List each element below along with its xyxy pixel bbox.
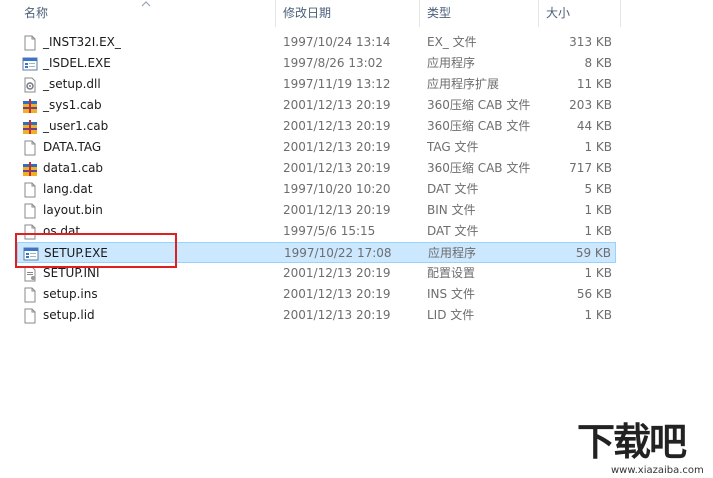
- file-size: 11 KB: [576, 77, 612, 91]
- file-date: 2001/12/13 20:19: [283, 119, 391, 133]
- file-row[interactable]: setup.ins 2001/12/13 20:19 INS 文件 56 KB: [17, 284, 616, 305]
- file-type: TAG 文件: [427, 140, 479, 154]
- file-name: _user1.cab: [43, 119, 109, 133]
- file-type: INS 文件: [427, 287, 475, 301]
- file-date: 2001/12/13 20:19: [283, 308, 391, 322]
- file-type: 应用程序: [428, 246, 477, 260]
- file-name: _ISDEL.EXE: [43, 56, 111, 70]
- ini-icon: [22, 266, 38, 282]
- generic-file-icon: [22, 308, 38, 324]
- file-name: data1.cab: [43, 161, 104, 175]
- file-type: LID 文件: [427, 308, 475, 322]
- file-type: BIN 文件: [427, 203, 476, 217]
- file-size: 44 KB: [576, 119, 612, 133]
- column-header: 名称 修改日期 类型 大小: [0, 0, 622, 28]
- generic-file-icon: [22, 203, 38, 219]
- file-row[interactable]: setup.lid 2001/12/13 20:19 LID 文件 1 KB: [17, 305, 616, 326]
- watermark-url: www.xiazaiba.com: [611, 465, 704, 476]
- file-row[interactable]: layout.bin 2001/12/13 20:19 BIN 文件 1 KB: [17, 200, 616, 221]
- file-size: 203 KB: [569, 98, 612, 112]
- file-size: 1 KB: [584, 308, 612, 322]
- file-size: 8 KB: [584, 56, 612, 70]
- highlight-annotation: [15, 233, 177, 268]
- column-header-size[interactable]: 大小: [540, 0, 620, 27]
- column-header-date[interactable]: 修改日期: [277, 0, 419, 27]
- file-size: 1 KB: [584, 140, 612, 154]
- file-row[interactable]: lang.dat 1997/10/20 10:20 DAT 文件 5 KB: [17, 179, 616, 200]
- file-date: 2001/12/13 20:19: [283, 161, 391, 175]
- file-type: 应用程序: [427, 56, 476, 70]
- file-type: EX_ 文件: [427, 35, 477, 49]
- file-date: 2001/12/13 20:19: [283, 266, 391, 280]
- file-row[interactable]: data1.cab 2001/12/13 20:19 360压缩 CAB 文件 717…: [17, 158, 616, 179]
- file-date: 2001/12/13 20:19: [283, 98, 391, 112]
- file-name: setup.ins: [43, 287, 98, 301]
- file-name: DATA.TAG: [43, 140, 102, 154]
- file-row[interactable]: _sys1.cab 2001/12/13 20:19 360压缩 CAB 文件 203…: [17, 95, 616, 116]
- sort-ascending-icon: [141, 1, 151, 7]
- file-date: 2001/12/13 20:19: [283, 140, 391, 154]
- file-date: 1997/8/26 13:02: [283, 56, 383, 70]
- column-divider[interactable]: [538, 0, 539, 27]
- file-type: 配置设置: [427, 266, 476, 280]
- file-type: DAT 文件: [427, 224, 479, 238]
- file-row[interactable]: _INST32I.EX_ 1997/10/24 13:14 EX_ 文件 313 KB: [17, 32, 616, 53]
- file-row[interactable]: _ISDEL.EXE 1997/8/26 13:02 应用程序 8 KB: [17, 53, 616, 74]
- file-type: 360压缩 CAB 文件: [427, 119, 531, 133]
- generic-file-icon: [22, 287, 38, 303]
- file-name: _INST32I.EX_: [43, 35, 121, 49]
- file-size: 717 KB: [569, 161, 612, 175]
- file-date: 1997/10/22 17:08: [284, 246, 392, 260]
- file-row[interactable]: _user1.cab 2001/12/13 20:19 360压缩 CAB 文件 44…: [17, 116, 616, 137]
- watermark-logo-text: 下载吧: [577, 420, 687, 464]
- file-size: 59 KB: [575, 246, 611, 260]
- file-row[interactable]: _setup.dll 1997/11/19 13:12 应用程序扩展 11 KB: [17, 74, 616, 95]
- file-type: 360压缩 CAB 文件: [427, 161, 531, 175]
- file-date: 2001/12/13 20:19: [283, 287, 391, 301]
- file-name: _sys1.cab: [43, 98, 102, 112]
- file-date: 1997/5/6 15:15: [283, 224, 376, 238]
- file-size: 5 KB: [584, 182, 612, 196]
- file-type: 360压缩 CAB 文件: [427, 98, 531, 112]
- generic-file-icon: [22, 35, 38, 51]
- file-size: 56 KB: [576, 287, 612, 301]
- file-type: DAT 文件: [427, 182, 479, 196]
- generic-file-icon: [22, 140, 38, 156]
- file-date: 1997/11/19 13:12: [283, 77, 391, 91]
- file-type: 应用程序扩展: [427, 77, 500, 91]
- file-row[interactable]: DATA.TAG 2001/12/13 20:19 TAG 文件 1 KB: [17, 137, 616, 158]
- file-name: _setup.dll: [43, 77, 101, 91]
- column-header-type[interactable]: 类型: [421, 0, 537, 27]
- file-size: 313 KB: [569, 35, 612, 49]
- file-date: 1997/10/24 13:14: [283, 35, 391, 49]
- exe-icon: [22, 56, 38, 72]
- dll-icon: [22, 77, 38, 93]
- file-name: setup.lid: [43, 308, 95, 322]
- file-size: 1 KB: [584, 224, 612, 238]
- file-name: lang.dat: [43, 182, 93, 196]
- file-date: 2001/12/13 20:19: [283, 203, 391, 217]
- file-date: 1997/10/20 10:20: [283, 182, 391, 196]
- file-size: 1 KB: [584, 266, 612, 280]
- column-divider[interactable]: [275, 0, 276, 27]
- archive-icon: [22, 161, 38, 177]
- file-size: 1 KB: [584, 203, 612, 217]
- file-name: layout.bin: [43, 203, 103, 217]
- column-divider[interactable]: [620, 0, 621, 27]
- archive-icon: [22, 98, 38, 114]
- column-divider[interactable]: [419, 0, 420, 27]
- generic-file-icon: [22, 182, 38, 198]
- archive-icon: [22, 119, 38, 135]
- watermark-logo: 下载吧 www.xiazaiba.com: [577, 420, 711, 478]
